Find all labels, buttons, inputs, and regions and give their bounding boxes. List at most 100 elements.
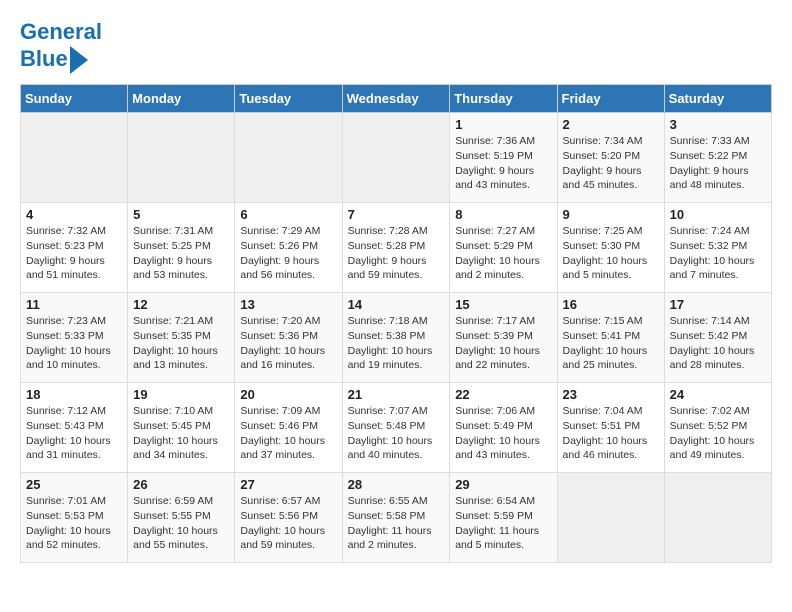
day-number: 4: [26, 207, 122, 222]
calendar-cell: 7 Sunrise: 7:28 AM Sunset: 5:28 PM Daylig…: [342, 203, 450, 293]
calendar-cell: 6 Sunrise: 7:29 AM Sunset: 5:26 PM Daylig…: [235, 203, 342, 293]
logo-text: General: [20, 20, 102, 44]
day-info: Sunrise: 7:15 AM Sunset: 5:41 PM Dayligh…: [563, 314, 659, 373]
calendar-cell: [342, 113, 450, 203]
day-number: 2: [563, 117, 659, 132]
calendar-cell: 5 Sunrise: 7:31 AM Sunset: 5:25 PM Daylig…: [128, 203, 235, 293]
day-number: 7: [348, 207, 445, 222]
calendar-cell: [21, 113, 128, 203]
day-number: 18: [26, 387, 122, 402]
day-info: Sunrise: 7:14 AM Sunset: 5:42 PM Dayligh…: [670, 314, 766, 373]
column-header-saturday: Saturday: [664, 85, 771, 113]
day-number: 13: [240, 297, 336, 312]
calendar-cell: 2 Sunrise: 7:34 AM Sunset: 5:20 PM Daylig…: [557, 113, 664, 203]
day-number: 19: [133, 387, 229, 402]
day-info: Sunrise: 7:01 AM Sunset: 5:53 PM Dayligh…: [26, 494, 122, 553]
day-info: Sunrise: 7:10 AM Sunset: 5:45 PM Dayligh…: [133, 404, 229, 463]
calendar-week-row: 25 Sunrise: 7:01 AM Sunset: 5:53 PM Dayli…: [21, 473, 772, 563]
calendar-cell: [235, 113, 342, 203]
column-header-wednesday: Wednesday: [342, 85, 450, 113]
calendar-week-row: 1 Sunrise: 7:36 AM Sunset: 5:19 PM Daylig…: [21, 113, 772, 203]
calendar-cell: 27 Sunrise: 6:57 AM Sunset: 5:56 PM Dayli…: [235, 473, 342, 563]
calendar-cell: 28 Sunrise: 6:55 AM Sunset: 5:58 PM Dayli…: [342, 473, 450, 563]
column-header-tuesday: Tuesday: [235, 85, 342, 113]
calendar-cell: 24 Sunrise: 7:02 AM Sunset: 5:52 PM Dayli…: [664, 383, 771, 473]
day-number: 28: [348, 477, 445, 492]
calendar-week-row: 11 Sunrise: 7:23 AM Sunset: 5:33 PM Dayli…: [21, 293, 772, 383]
day-info: Sunrise: 7:36 AM Sunset: 5:19 PM Dayligh…: [455, 134, 551, 193]
day-info: Sunrise: 7:29 AM Sunset: 5:26 PM Dayligh…: [240, 224, 336, 283]
calendar-cell: 20Sunrise: 7:09 AM Sunset: 5:46 PM Dayli…: [235, 383, 342, 473]
day-info: Sunrise: 6:57 AM Sunset: 5:56 PM Dayligh…: [240, 494, 336, 553]
day-info: Sunrise: 7:34 AM Sunset: 5:20 PM Dayligh…: [563, 134, 659, 193]
day-info: Sunrise: 7:04 AM Sunset: 5:51 PM Dayligh…: [563, 404, 659, 463]
page-header: General Blue: [20, 20, 772, 74]
day-info: Sunrise: 7:33 AM Sunset: 5:22 PM Dayligh…: [670, 134, 766, 193]
calendar-week-row: 18 Sunrise: 7:12 AM Sunset: 5:43 PM Dayli…: [21, 383, 772, 473]
logo-arrow-icon: [70, 46, 88, 74]
day-number: 1: [455, 117, 551, 132]
calendar-cell: 11 Sunrise: 7:23 AM Sunset: 5:33 PM Dayli…: [21, 293, 128, 383]
day-number: 5: [133, 207, 229, 222]
calendar-cell: 15 Sunrise: 7:17 AM Sunset: 5:39 PM Dayli…: [450, 293, 557, 383]
day-number: 29: [455, 477, 551, 492]
day-number: 14: [348, 297, 445, 312]
day-info: Sunrise: 7:24 AM Sunset: 5:32 PM Dayligh…: [670, 224, 766, 283]
calendar-cell: [128, 113, 235, 203]
day-info: Sunrise: 7:06 AM Sunset: 5:49 PM Dayligh…: [455, 404, 551, 463]
day-number: 15: [455, 297, 551, 312]
day-number: 27: [240, 477, 336, 492]
day-number: 25: [26, 477, 122, 492]
column-header-thursday: Thursday: [450, 85, 557, 113]
day-number: 6: [240, 207, 336, 222]
calendar-cell: 13Sunrise: 7:20 AM Sunset: 5:36 PM Dayli…: [235, 293, 342, 383]
calendar-cell: 22 Sunrise: 7:06 AM Sunset: 5:49 PM Dayli…: [450, 383, 557, 473]
day-info: Sunrise: 7:07 AM Sunset: 5:48 PM Dayligh…: [348, 404, 445, 463]
day-info: Sunrise: 7:12 AM Sunset: 5:43 PM Dayligh…: [26, 404, 122, 463]
calendar-cell: 8 Sunrise: 7:27 AM Sunset: 5:29 PM Daylig…: [450, 203, 557, 293]
day-info: Sunrise: 7:21 AM Sunset: 5:35 PM Dayligh…: [133, 314, 229, 373]
day-info: Sunrise: 6:55 AM Sunset: 5:58 PM Dayligh…: [348, 494, 445, 553]
day-info: Sunrise: 7:31 AM Sunset: 5:25 PM Dayligh…: [133, 224, 229, 283]
calendar-cell: [664, 473, 771, 563]
day-number: 10: [670, 207, 766, 222]
column-header-friday: Friday: [557, 85, 664, 113]
logo-text2: Blue: [20, 47, 68, 71]
calendar-header-row: SundayMondayTuesdayWednesdayThursdayFrid…: [21, 85, 772, 113]
day-info: Sunrise: 7:28 AM Sunset: 5:28 PM Dayligh…: [348, 224, 445, 283]
calendar-cell: 3 Sunrise: 7:33 AM Sunset: 5:22 PM Daylig…: [664, 113, 771, 203]
calendar-cell: 4 Sunrise: 7:32 AM Sunset: 5:23 PM Daylig…: [21, 203, 128, 293]
day-info: Sunrise: 7:23 AM Sunset: 5:33 PM Dayligh…: [26, 314, 122, 373]
column-header-sunday: Sunday: [21, 85, 128, 113]
calendar-cell: 18 Sunrise: 7:12 AM Sunset: 5:43 PM Dayli…: [21, 383, 128, 473]
calendar-cell: 1 Sunrise: 7:36 AM Sunset: 5:19 PM Daylig…: [450, 113, 557, 203]
calendar-cell: 25 Sunrise: 7:01 AM Sunset: 5:53 PM Dayli…: [21, 473, 128, 563]
day-info: Sunrise: 7:17 AM Sunset: 5:39 PM Dayligh…: [455, 314, 551, 373]
day-number: 26: [133, 477, 229, 492]
calendar-cell: 9Sunrise: 7:25 AM Sunset: 5:30 PM Daylig…: [557, 203, 664, 293]
day-number: 8: [455, 207, 551, 222]
logo: General Blue: [20, 20, 102, 74]
day-number: 23: [563, 387, 659, 402]
day-number: 3: [670, 117, 766, 132]
day-number: 21: [348, 387, 445, 402]
day-info: Sunrise: 7:09 AM Sunset: 5:46 PM Dayligh…: [240, 404, 336, 463]
calendar-cell: 16 Sunrise: 7:15 AM Sunset: 5:41 PM Dayli…: [557, 293, 664, 383]
calendar-cell: 14 Sunrise: 7:18 AM Sunset: 5:38 PM Dayli…: [342, 293, 450, 383]
day-info: Sunrise: 7:18 AM Sunset: 5:38 PM Dayligh…: [348, 314, 445, 373]
day-number: 9: [563, 207, 659, 222]
day-info: Sunrise: 6:59 AM Sunset: 5:55 PM Dayligh…: [133, 494, 229, 553]
day-number: 22: [455, 387, 551, 402]
day-number: 17: [670, 297, 766, 312]
day-info: Sunrise: 7:32 AM Sunset: 5:23 PM Dayligh…: [26, 224, 122, 283]
day-info: Sunrise: 7:02 AM Sunset: 5:52 PM Dayligh…: [670, 404, 766, 463]
day-number: 16: [563, 297, 659, 312]
day-number: 24: [670, 387, 766, 402]
calendar-cell: 26 Sunrise: 6:59 AM Sunset: 5:55 PM Dayli…: [128, 473, 235, 563]
calendar-week-row: 4 Sunrise: 7:32 AM Sunset: 5:23 PM Daylig…: [21, 203, 772, 293]
day-info: Sunrise: 7:27 AM Sunset: 5:29 PM Dayligh…: [455, 224, 551, 283]
day-number: 11: [26, 297, 122, 312]
calendar-cell: 12Sunrise: 7:21 AM Sunset: 5:35 PM Dayli…: [128, 293, 235, 383]
calendar-table: SundayMondayTuesdayWednesdayThursdayFrid…: [20, 84, 772, 563]
calendar-cell: 29Sunrise: 6:54 AM Sunset: 5:59 PM Dayli…: [450, 473, 557, 563]
